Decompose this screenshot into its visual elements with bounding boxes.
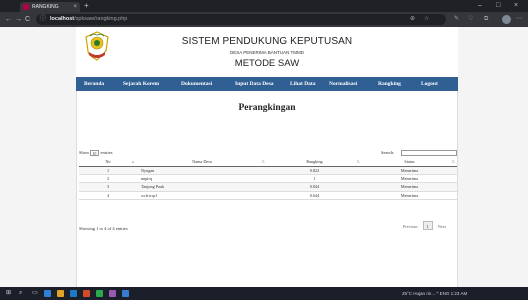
windows-taskbar: ⊞ ⌕ ▭ 25°C Hujan rin... ^ ENG 1:23 AM [0, 287, 528, 300]
column-header-rangking-label: Rangking [306, 158, 323, 164]
cell-nama-desa: wcfrwqcf [137, 191, 267, 201]
table-row: 3 Tanjung Pauh 0.844 Menerima [79, 182, 457, 192]
back-button[interactable]: ← [5, 14, 12, 25]
previous-button[interactable]: Previous [403, 224, 418, 229]
column-header-no-label: No [105, 158, 111, 164]
cell-nama-desa: Nyugan [137, 166, 267, 175]
cell-status: Menerima [362, 174, 457, 184]
sort-icon: ⇅ [261, 159, 265, 164]
close-window-button[interactable]: × [514, 1, 518, 11]
site-info-icon[interactable]: ⓘ [40, 15, 46, 24]
nav-item-sejarah-korem[interactable]: Sejarah Korem [123, 77, 159, 91]
favicon-icon [23, 4, 29, 10]
column-header-no[interactable]: No ▲ [79, 157, 137, 167]
table-info: Showing 1 to 4 of 4 entries [79, 226, 128, 231]
page-1-button[interactable]: 1 [422, 221, 433, 230]
extensions-icon[interactable]: ✎ [454, 15, 459, 24]
start-icon[interactable]: ⊞ [6, 290, 11, 297]
sort-icon: ▲ [131, 159, 135, 164]
chrome-icon[interactable] [96, 290, 103, 297]
search-icon[interactable]: ⌕ [19, 290, 22, 297]
forward-button[interactable]: → [15, 14, 22, 25]
length-control: Show 10 entries [79, 149, 113, 156]
cell-rangking: 0.844 [267, 182, 362, 192]
page-viewport: SISTEM PENDUKUNG KEPUTUSAN DESA PENERIMA… [0, 27, 528, 287]
browser-tab[interactable]: RANGKING × [20, 2, 80, 12]
cell-no: 2 [79, 174, 137, 184]
cell-status: Menerima [362, 182, 457, 192]
column-header-status-label: Status [404, 158, 415, 164]
zoom-icon[interactable]: ⊕ [410, 15, 415, 24]
cell-rangking: 0.822 [267, 166, 362, 175]
profile-icon[interactable] [502, 15, 511, 24]
search-label: Search: [381, 150, 395, 155]
nav-item-rangking[interactable]: Rangking [378, 77, 401, 91]
url-path: /spksaw/rangking.php [74, 16, 128, 22]
column-header-rangking[interactable]: Rangking ⇅ [267, 157, 362, 167]
cell-no: 1 [79, 166, 137, 175]
cell-status: Menerima [362, 191, 457, 201]
store-icon[interactable] [70, 290, 77, 297]
content-panel: Perangkingan Show 10 entries Search: No ▲… [76, 91, 458, 287]
column-header-nama-desa[interactable]: Nama Desa ⇅ [137, 157, 267, 167]
bookmarks-icon[interactable]: ♡ [468, 15, 473, 24]
nav-item-lihat-data[interactable]: Lihat Data [290, 77, 316, 91]
ranking-table: No ▲ Nama Desa ⇅ Rangking ⇅ Status ⇅ 1 Nyuga… [79, 157, 457, 201]
column-header-nama-label: Nama Desa [192, 158, 212, 164]
edge-taskbar-icon[interactable] [44, 290, 51, 297]
cell-status: Menerima [362, 166, 457, 175]
minimize-button[interactable]: – [478, 1, 482, 11]
site-header: SISTEM PENDUKUNG KEPUTUSAN DESA PENERIMA… [76, 27, 458, 77]
cell-nama-desa: nnpirq [137, 174, 267, 184]
entries-select[interactable]: 10 [90, 149, 100, 156]
nav-item-normalisasi[interactable]: Normalisasi [329, 77, 357, 91]
url-host: localhost [50, 16, 75, 22]
address-bar[interactable]: ⓘ localhost/spksaw/rangking.php ⊕ ☆ [36, 14, 446, 25]
browser-titlebar: RANGKING × + – □ × [0, 0, 528, 12]
search-input[interactable] [401, 150, 457, 156]
main-nav: Beranda Sejarah Korem Dokumentasi Input … [76, 77, 458, 91]
site-method: METODE SAW [234, 58, 300, 69]
next-button[interactable]: Next [438, 224, 446, 229]
task-view-icon[interactable]: ▭ [32, 290, 38, 297]
tab-title: RANGKING [32, 4, 59, 10]
collections-icon[interactable]: ⧉ [484, 15, 488, 24]
page-title: Perangkingan [238, 103, 296, 113]
pagination: Previous 1 Next [403, 221, 446, 231]
cell-no: 4 [79, 191, 137, 201]
show-label: Show [79, 150, 90, 155]
address-url[interactable]: localhost/spksaw/rangking.php [50, 15, 127, 24]
table-row: 2 nnpirq 1 Menerima [79, 174, 457, 184]
sort-icon: ⇅ [451, 159, 455, 164]
nav-item-input-data-desa[interactable]: Input Data Desa [235, 77, 274, 91]
app-icon[interactable] [122, 290, 129, 297]
table-row: 1 Nyugan 0.822 Menerima [79, 166, 457, 175]
app-icon[interactable] [83, 290, 90, 297]
maximize-button[interactable]: □ [496, 1, 500, 11]
site-subtitle: DESA PENERIMA BANTUAN TMMD [230, 50, 304, 55]
reload-button[interactable]: C [25, 14, 30, 25]
table-row: 4 wcfrwqcf 0.644 Menerima [79, 191, 457, 201]
nav-item-logout[interactable]: Logout [421, 77, 438, 91]
cell-no: 3 [79, 182, 137, 192]
star-icon[interactable]: ☆ [424, 15, 429, 24]
cell-nama-desa: Tanjung Pauh [137, 182, 267, 192]
system-tray[interactable]: 25°C Hujan rin... ^ ENG 1:23 AM [402, 290, 467, 297]
site-title: SISTEM PENDUKUNG KEPUTUSAN [181, 36, 353, 47]
nav-item-beranda[interactable]: Beranda [84, 77, 104, 91]
menu-icon[interactable]: ⋯ [516, 15, 522, 24]
file-explorer-icon[interactable] [57, 290, 64, 297]
new-tab-button[interactable]: + [84, 1, 89, 11]
entries-label: entries [100, 150, 113, 155]
app-icon[interactable] [109, 290, 116, 297]
sort-icon: ⇅ [356, 159, 360, 164]
tab-close-icon[interactable]: × [73, 3, 77, 11]
nav-item-dokumentasi[interactable]: Dokumentasi [181, 77, 212, 91]
cell-rangking: 0.644 [267, 191, 362, 201]
column-header-status[interactable]: Status ⇅ [362, 157, 457, 167]
table-header-row: No ▲ Nama Desa ⇅ Rangking ⇅ Status ⇅ [79, 157, 457, 167]
browser-toolbar: ← → C ⓘ localhost/spksaw/rangking.php ⊕ … [0, 12, 528, 27]
cell-rangking: 1 [267, 174, 362, 184]
